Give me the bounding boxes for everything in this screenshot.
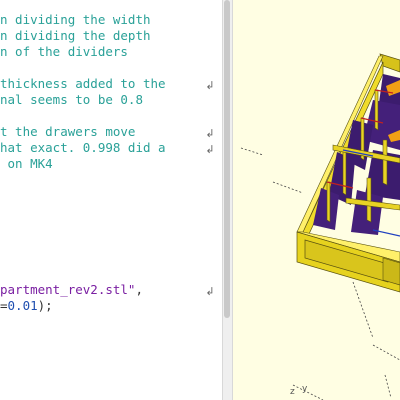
editor-scrollbar[interactable]	[224, 0, 230, 318]
code-line: nal seems to be 0.8	[0, 92, 143, 108]
code-line: n dividing the width	[0, 12, 151, 28]
code-line: on MK4	[0, 156, 53, 172]
code-token: thickness added to the	[0, 76, 166, 91]
code-token: t the drawers move	[0, 124, 136, 139]
code-editor[interactable]: n dividing the width n dividing the dept…	[0, 0, 222, 400]
code-line: t the drawers move	[0, 124, 135, 140]
line-wrap-icon: ↲	[205, 285, 215, 298]
code-line: partment_rev2.stl",	[0, 282, 143, 298]
code-line: n dividing the depth	[0, 28, 151, 44]
model-render	[240, 53, 400, 400]
code-token: n dividing the width	[0, 12, 151, 27]
line-wrap-icon: ↲	[205, 127, 215, 140]
code-token: on MK4	[0, 156, 53, 171]
line-wrap-icon: ↲	[205, 143, 215, 156]
code-line: thickness added to the	[0, 76, 166, 92]
code-line: =0.01);	[0, 298, 53, 314]
3d-preview-viewport[interactable]: z y	[233, 0, 400, 400]
z-axis-label: z	[290, 387, 295, 397]
code-token: nal seems to be 0.8	[0, 92, 143, 107]
code-token: partment_rev2.stl"	[0, 282, 136, 297]
code-token: n of the dividers	[0, 44, 128, 59]
code-token: =	[0, 298, 8, 313]
code-token: hat exact. 0.998 did a	[0, 140, 166, 155]
y-axis-label: y	[302, 384, 308, 394]
code-token: );	[37, 298, 53, 313]
code-token: 0.01	[7, 298, 38, 313]
code-line: n of the dividers	[0, 44, 128, 60]
code-token: ,	[135, 282, 143, 297]
code-line: hat exact. 0.998 did a	[0, 140, 166, 156]
code-token: n dividing the depth	[0, 28, 151, 43]
line-wrap-icon: ↲	[205, 79, 215, 92]
